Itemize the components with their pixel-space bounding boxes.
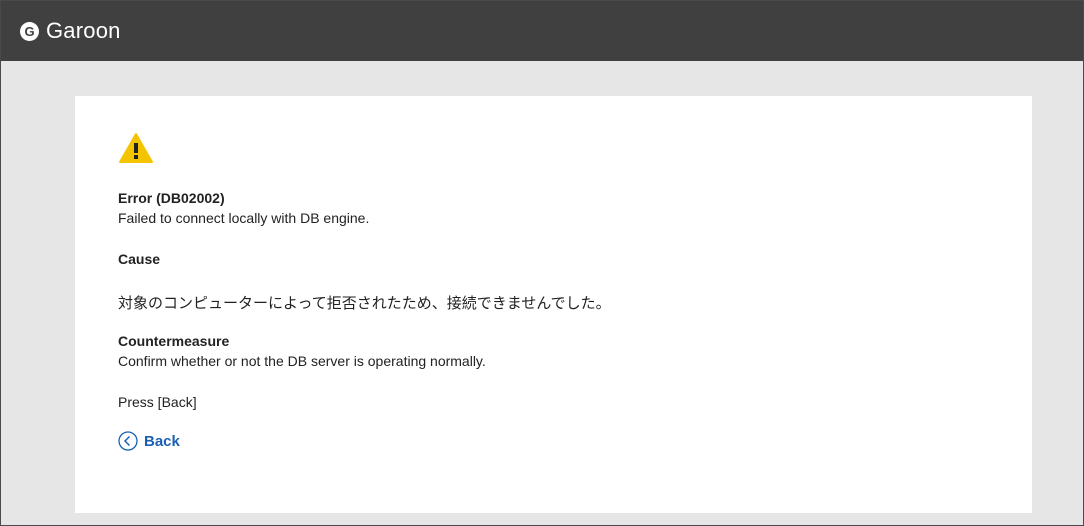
back-instruction: Press [Back] [118,394,197,410]
cause-heading: Cause [118,251,161,267]
back-link[interactable]: Back [118,431,180,451]
error-message: Failed to connect locally with DB engine… [118,210,370,226]
error-title: Error (DB02002) [118,190,225,206]
countermeasure-text: Confirm whether or not the DB server is … [118,353,486,369]
error-panel: Error (DB02002) Failed to connect locall… [75,96,1032,513]
chevron-left-circle-icon[interactable] [118,431,138,451]
app-title[interactable]: Garoon [46,18,121,44]
garoon-logo-icon[interactable]: G [20,21,39,41]
countermeasure-heading: Countermeasure [118,333,230,349]
warning-icon [119,133,153,163]
back-link-label[interactable]: Back [144,433,180,450]
app-header: G Garoon [1,1,1083,61]
cause-text: 対象のコンピューターによって拒否されたため、接続できませんでした。 [118,294,611,312]
app-window: G Garoon Error (DB02002) Failed to conne… [0,0,1084,526]
